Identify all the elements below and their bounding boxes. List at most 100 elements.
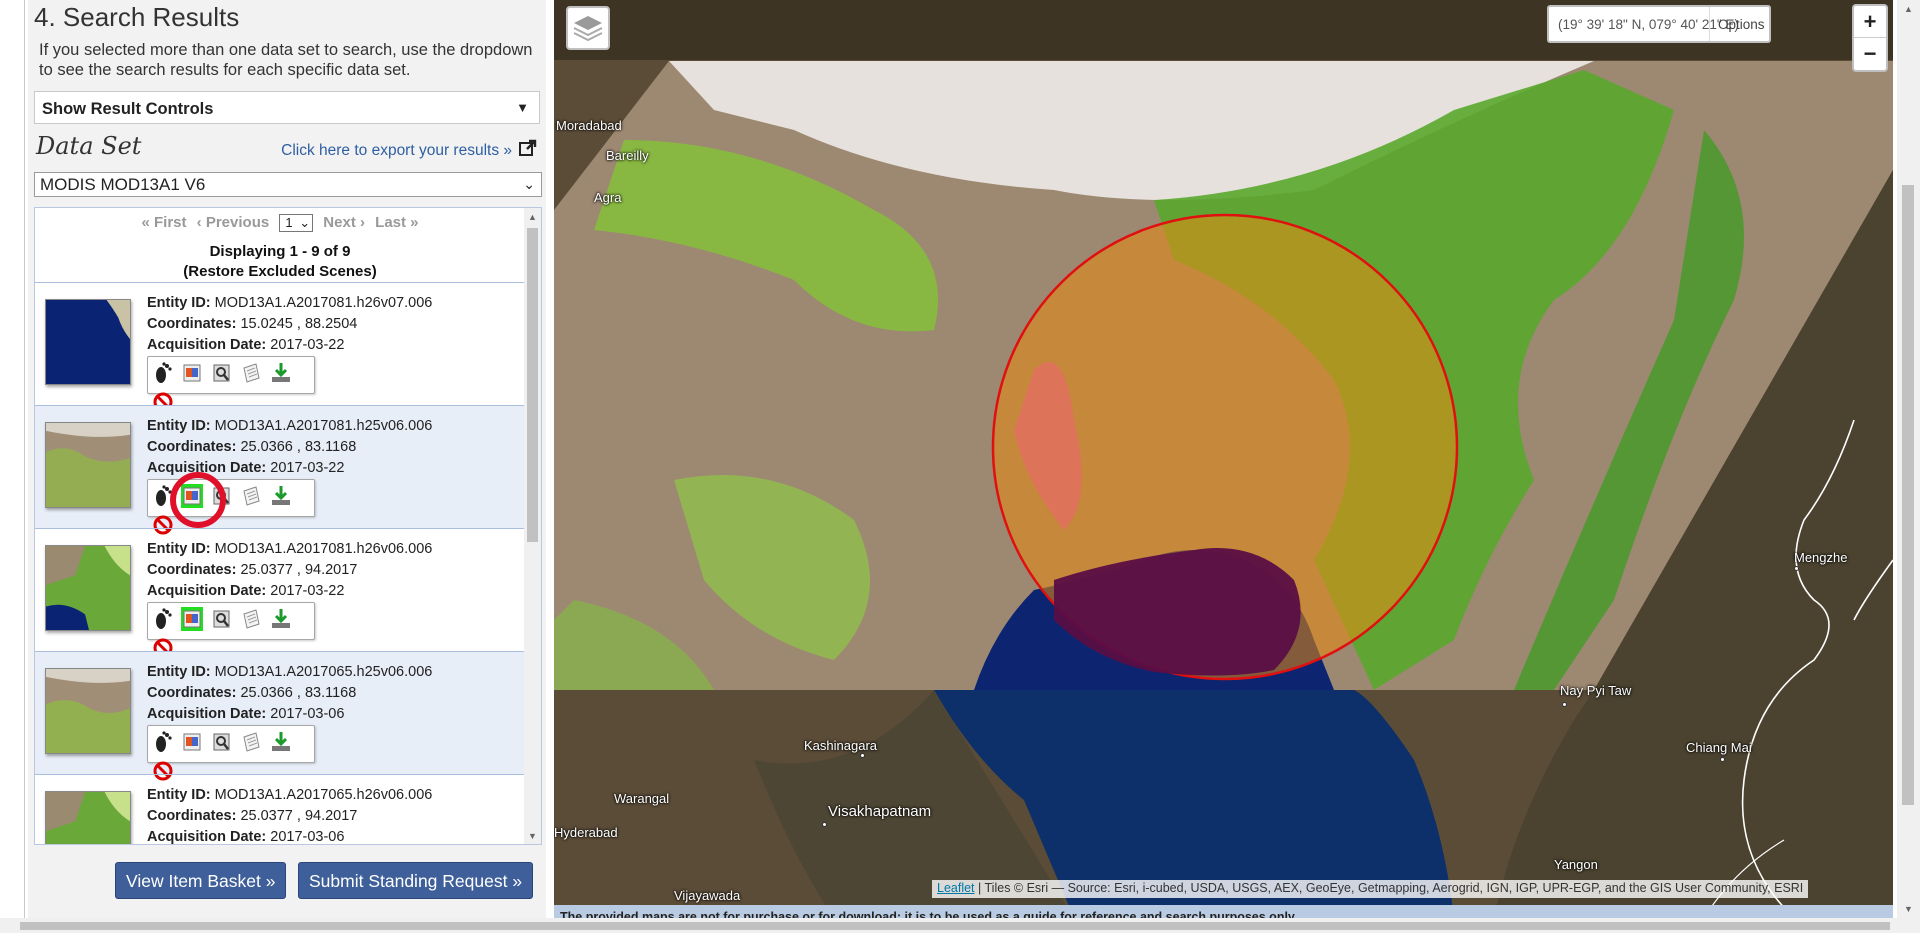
coordinate-control: (19° 39' 18" N, 079° 40' 21" E) Options bbox=[1547, 5, 1771, 43]
submit-standing-request-button[interactable]: Submit Standing Request » bbox=[298, 862, 534, 899]
map-place-label: Agra bbox=[594, 190, 622, 205]
result-thumbnail[interactable] bbox=[45, 791, 131, 845]
list-item: Entity ID: MOD13A1.A2017081.h26v07.006 C… bbox=[35, 282, 525, 412]
page-select-value: 1 bbox=[285, 215, 293, 230]
browse-overlay-icon[interactable] bbox=[181, 361, 203, 385]
leaflet-link[interactable]: Leaflet bbox=[937, 881, 975, 895]
footprint-icon[interactable] bbox=[152, 607, 174, 631]
download-icon[interactable] bbox=[270, 361, 292, 385]
scroll-down-icon[interactable]: ▼ bbox=[528, 831, 537, 841]
result-info: Entity ID: MOD13A1.A2017065.h26v06.006 C… bbox=[147, 785, 433, 845]
zoom-in-button[interactable]: + bbox=[1854, 6, 1886, 38]
acquisition-date: 2017-03-22 bbox=[270, 583, 345, 599]
result-thumbnail[interactable] bbox=[45, 545, 131, 631]
metadata-icon[interactable] bbox=[240, 730, 262, 754]
map-place-label: Yangon bbox=[1554, 857, 1598, 872]
map-place-label: Moradabad bbox=[556, 118, 622, 133]
download-icon[interactable] bbox=[270, 730, 292, 754]
result-info: Entity ID: MOD13A1.A2017065.h25v06.006 C… bbox=[147, 662, 432, 725]
attribution-text: | Tiles © Esri — Source: Esri, i-cubed, … bbox=[978, 881, 1804, 895]
coordinates-value: 25.0366 , 83.1168 bbox=[240, 685, 357, 701]
download-icon[interactable] bbox=[270, 607, 292, 631]
show-result-controls-toggle[interactable]: Show Result Controls ▼ bbox=[34, 91, 540, 124]
entity-label: Entity ID: bbox=[147, 418, 211, 434]
result-thumbnail[interactable] bbox=[45, 668, 131, 754]
metadata-icon[interactable] bbox=[240, 484, 262, 508]
layers-icon bbox=[573, 16, 603, 42]
acquisition-date: 2017-03-06 bbox=[270, 706, 345, 722]
page-scrollbar[interactable]: ▲ ▼ bbox=[1897, 0, 1920, 918]
scroll-down-icon[interactable]: ▼ bbox=[1904, 904, 1913, 914]
entity-id: MOD13A1.A2017065.h26v06.006 bbox=[214, 787, 433, 803]
coordinates-value: 15.0245 , 88.2504 bbox=[240, 316, 358, 332]
result-controls-label: Show Result Controls bbox=[42, 100, 214, 118]
entity-label: Entity ID: bbox=[147, 664, 211, 680]
divider bbox=[1709, 7, 1710, 41]
browse-overlay-icon[interactable] bbox=[181, 607, 204, 631]
scrollbar-thumb[interactable] bbox=[527, 228, 538, 542]
acquisition-label: Acquisition Date: bbox=[147, 829, 267, 845]
result-info: Entity ID: MOD13A1.A2017081.h26v07.006 C… bbox=[147, 293, 432, 356]
dataset-select[interactable]: MODIS MOD13A1 V6 ⌄ bbox=[34, 172, 542, 197]
horizontal-scrollbar[interactable] bbox=[0, 918, 1920, 933]
city-marker bbox=[1562, 702, 1567, 707]
scroll-up-icon[interactable]: ▲ bbox=[528, 212, 537, 222]
entity-label: Entity ID: bbox=[147, 295, 211, 311]
map-view[interactable]: Moradabad Bareilly Agra Kashinagara Wara… bbox=[554, 0, 1893, 918]
dataset-select-value: MODIS MOD13A1 V6 bbox=[40, 175, 206, 194]
map-place-label: Bareilly bbox=[606, 148, 649, 163]
layers-control[interactable] bbox=[566, 6, 610, 50]
scroll-up-icon[interactable]: ▲ bbox=[1904, 4, 1913, 14]
map-place-label: Chiang Mai bbox=[1686, 740, 1752, 755]
pager-first: « First bbox=[141, 214, 187, 231]
acquisition-date: 2017-03-22 bbox=[270, 337, 345, 353]
list-item: Entity ID: MOD13A1.A2017081.h26v06.006 C… bbox=[35, 528, 525, 658]
compare-browse-icon[interactable] bbox=[211, 730, 233, 754]
city-marker bbox=[1794, 566, 1799, 571]
pager-previous: ‹ Previous bbox=[196, 214, 270, 231]
search-results-panel: 4. Search Results If you selected more t… bbox=[28, 0, 546, 918]
city-marker bbox=[860, 753, 865, 758]
pager: « First ‹ Previous 1 ⌄ Next › Last » bbox=[35, 214, 525, 232]
results-scrollbar[interactable]: ▲ ▼ bbox=[524, 208, 541, 844]
coordinates-value: 25.0377 , 94.2017 bbox=[240, 808, 358, 824]
footprint-icon[interactable] bbox=[152, 730, 174, 754]
page-title: 4. Search Results bbox=[34, 2, 240, 32]
metadata-icon[interactable] bbox=[240, 361, 262, 385]
browse-overlay-icon[interactable] bbox=[181, 730, 203, 754]
city-marker bbox=[1720, 757, 1725, 762]
coordinates-label: Coordinates: bbox=[147, 685, 237, 701]
coordinate-readout: (19° 39' 18" N, 079° 40' 21" E) bbox=[1558, 17, 1739, 32]
list-item: Entity ID: MOD13A1.A2017065.h25v06.006 C… bbox=[35, 651, 525, 781]
map-place-label: Warangal bbox=[614, 791, 670, 806]
map-place-label: Hyderabad bbox=[554, 825, 618, 840]
result-thumbnail[interactable] bbox=[45, 422, 131, 508]
panel-description: If you selected more than one data set t… bbox=[39, 41, 533, 79]
external-link-icon[interactable] bbox=[518, 138, 538, 158]
acquisition-label: Acquisition Date: bbox=[147, 337, 267, 353]
result-actions bbox=[147, 356, 315, 412]
export-results-link[interactable]: Click here to export your results » bbox=[281, 142, 512, 160]
result-thumbnail[interactable] bbox=[45, 299, 131, 385]
compare-browse-icon[interactable] bbox=[211, 361, 233, 385]
download-icon[interactable] bbox=[270, 484, 292, 508]
city-marker bbox=[822, 822, 827, 827]
restore-excluded-link[interactable]: (Restore Excluded Scenes) bbox=[35, 262, 525, 282]
zoom-out-button[interactable]: − bbox=[1854, 38, 1886, 70]
map-imagery bbox=[554, 0, 1893, 918]
metadata-icon[interactable] bbox=[240, 607, 262, 631]
result-info: Entity ID: MOD13A1.A2017081.h26v06.006 C… bbox=[147, 539, 432, 602]
entity-id: MOD13A1.A2017081.h26v06.006 bbox=[214, 541, 433, 557]
options-button[interactable]: Options bbox=[1718, 17, 1765, 32]
scrollbar-thumb[interactable] bbox=[20, 922, 1890, 930]
zoom-control: + − bbox=[1852, 4, 1888, 72]
compare-browse-icon[interactable] bbox=[211, 607, 233, 631]
acquisition-date: 2017-03-22 bbox=[270, 460, 345, 476]
entity-id: MOD13A1.A2017065.h25v06.006 bbox=[214, 664, 433, 680]
map-place-label: Kashinagara bbox=[804, 738, 877, 753]
view-item-basket-button[interactable]: View Item Basket » bbox=[115, 862, 287, 899]
map-disclaimer: The provided maps are not for purchase o… bbox=[554, 905, 1893, 918]
page-select[interactable]: 1 ⌄ bbox=[279, 214, 314, 232]
footprint-icon[interactable] bbox=[152, 361, 174, 385]
scrollbar-thumb[interactable] bbox=[1902, 185, 1914, 805]
